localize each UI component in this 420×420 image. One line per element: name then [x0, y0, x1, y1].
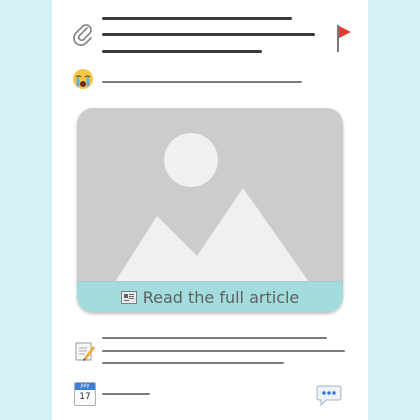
calendar-icon[interactable]: July 17 [74, 382, 96, 406]
page: Read the full article July 17 [0, 0, 420, 420]
red-flag-icon[interactable] [334, 23, 352, 53]
text-line [102, 81, 302, 83]
crying-face-icon[interactable] [72, 68, 94, 90]
text-line [102, 337, 327, 339]
paperclip-icon[interactable] [72, 22, 94, 46]
memo-pencil-icon[interactable] [74, 340, 96, 362]
text-line [102, 33, 315, 36]
read-full-article-button[interactable]: Read the full article [77, 281, 343, 312]
speech-bubble-icon[interactable] [316, 384, 342, 408]
text-line [102, 17, 292, 20]
date-row: July 17 [52, 378, 368, 420]
attachment-row [52, 0, 368, 60]
feed-card: Read the full article July 17 [52, 0, 368, 420]
calendar-day: 17 [79, 392, 91, 402]
text-line [102, 362, 284, 364]
article-preview-card[interactable]: Read the full article [77, 108, 343, 312]
newspaper-icon [120, 290, 137, 304]
text-line [102, 350, 345, 352]
text-line [102, 50, 262, 53]
text-line [102, 393, 150, 395]
reaction-row [52, 64, 368, 96]
read-full-article-label: Read the full article [142, 287, 300, 307]
calendar-month: July [75, 383, 95, 390]
note-row [52, 332, 368, 372]
